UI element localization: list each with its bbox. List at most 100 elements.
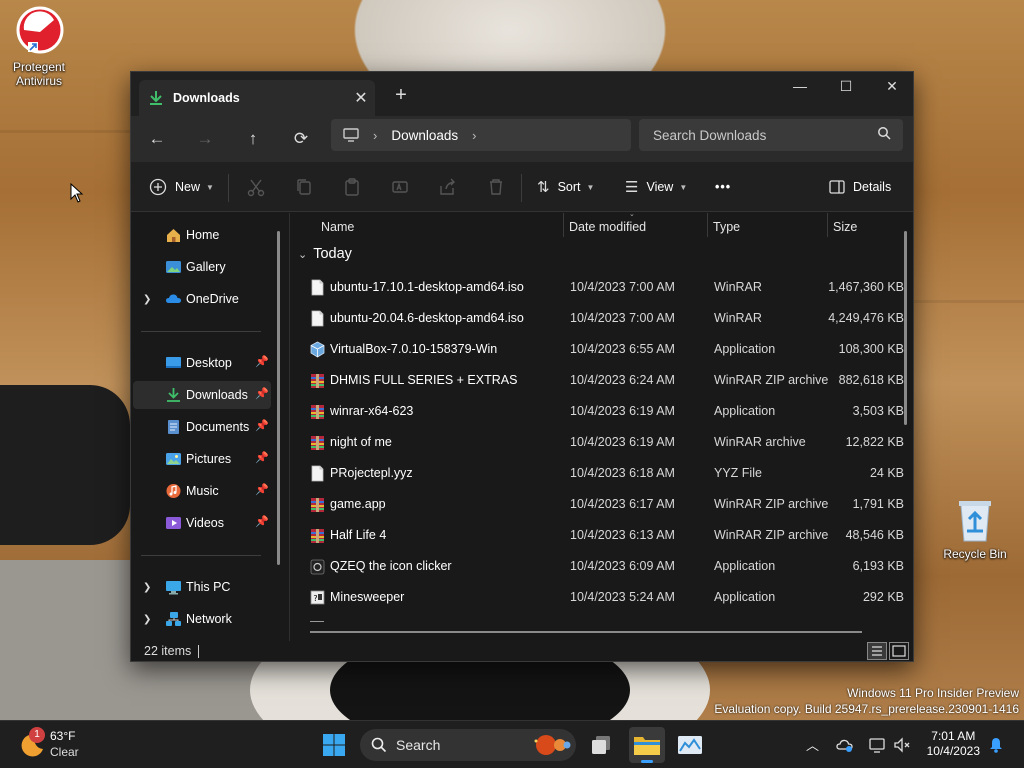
pin-icon[interactable]: 📌 [255, 515, 269, 528]
sidebar-item-label: Videos [186, 516, 224, 530]
vertical-scrollbar[interactable] [904, 231, 907, 425]
sidebar-item-music[interactable]: Music 📌 [133, 477, 271, 505]
sidebar-item-onedrive[interactable]: ❯ OneDrive [133, 285, 271, 313]
close-button[interactable]: ✕ [869, 72, 915, 102]
column-divider[interactable] [707, 213, 708, 237]
address-bar[interactable]: › Downloads › [331, 119, 631, 151]
file-row[interactable]: ubuntu-20.04.6-desktop-amd64.iso 10/4/202… [296, 303, 904, 334]
sidebar-item-documents[interactable]: Documents 📌 [133, 413, 271, 441]
start-button[interactable] [316, 727, 352, 763]
file-size: 6,193 KB [852, 559, 904, 573]
sidebar-scrollbar[interactable] [277, 231, 280, 565]
sort-button[interactable]: ⇅ Sort ▼ [537, 174, 594, 200]
file-type: Application [714, 590, 776, 604]
column-header-size[interactable]: Size [833, 213, 857, 241]
pin-icon[interactable]: 📌 [255, 387, 269, 400]
tiles-view-button[interactable] [889, 642, 909, 660]
file-row[interactable]: night of me 10/4/2023 6:19 AM WinRAR archi… [296, 427, 904, 458]
watermark-line: Windows 11 Pro Insider Preview [847, 686, 1019, 700]
sidebar-item-pictures[interactable]: Pictures 📌 [133, 445, 271, 473]
expand-chevron-icon[interactable]: ❯ [143, 294, 151, 305]
breadcrumb-chevron-icon[interactable]: › [472, 128, 476, 143]
desktop-icon-protegent[interactable]: Protegent Antivirus [0, 6, 79, 88]
taskbar-task-view[interactable] [586, 727, 622, 763]
horizontal-scrollbar[interactable] [310, 631, 862, 633]
sidebar-item-this-pc[interactable]: ❯ This PC [133, 573, 271, 601]
file-row[interactable]: game.app 10/4/2023 6:17 AM WinRAR ZIP arch… [296, 489, 904, 520]
file-row[interactable]: ubuntu-17.10.1-desktop-amd64.iso 10/4/202… [296, 272, 904, 303]
column-divider[interactable] [827, 213, 828, 237]
taskbar-file-explorer[interactable] [629, 727, 665, 763]
file-date: 10/4/2023 6:13 AM [570, 528, 675, 542]
downloads-icon [167, 388, 180, 402]
tab-downloads[interactable]: Downloads ✕ [139, 80, 375, 116]
protegent-icon [14, 6, 64, 56]
file-type: WinRAR ZIP archive [714, 373, 829, 387]
back-button[interactable]: ← [141, 124, 173, 154]
file-row[interactable]: VirtualBox-7.0.10-158379-Win 10/4/2023 6:… [296, 334, 904, 365]
column-divider[interactable] [563, 213, 564, 237]
network-tray-icon[interactable] [868, 736, 886, 754]
copy-icon[interactable] [293, 176, 315, 198]
onedrive-tray-icon[interactable] [836, 737, 854, 753]
file-size: 1,791 KB [852, 497, 904, 511]
weather-widget[interactable]: 1 63°F Clear [18, 727, 128, 763]
system-clock[interactable]: 7:01 AM 10/4/2023 [927, 729, 980, 759]
expand-chevron-icon[interactable]: ❯ [143, 582, 151, 593]
sidebar-item-home[interactable]: Home [133, 221, 271, 249]
cut-icon[interactable] [245, 176, 267, 198]
breadcrumb-chevron-icon[interactable]: › [373, 128, 377, 143]
pin-icon[interactable]: 📌 [255, 419, 269, 432]
column-header-name[interactable]: Name [321, 213, 354, 241]
new-tab-button[interactable]: + [389, 84, 413, 108]
pin-icon[interactable]: 📌 [255, 355, 269, 368]
speaker-muted-icon[interactable] [893, 736, 911, 754]
sidebar-item-videos[interactable]: Videos 📌 [133, 509, 271, 537]
sidebar-item-downloads[interactable]: Downloads 📌 [133, 381, 271, 409]
new-button[interactable]: New ▼ [149, 174, 214, 200]
desktop-icon-recycle-bin[interactable]: Recycle Bin [935, 497, 1015, 561]
column-header-type[interactable]: Type [713, 213, 740, 241]
sidebar-item-network[interactable]: ❯ Network [133, 605, 271, 633]
file-row[interactable]: ? Minesweeper 10/4/2023 5:24 AM Application… [296, 582, 904, 613]
sidebar-item-gallery[interactable]: Gallery [133, 253, 271, 281]
taskbar-app-monitor[interactable] [672, 727, 708, 763]
svg-text:?: ? [313, 594, 318, 603]
details-button[interactable]: Details [829, 174, 891, 200]
file-type: YYZ File [714, 466, 762, 480]
tab-close-icon[interactable]: ✕ [347, 88, 375, 108]
file-size: 24 KB [869, 466, 904, 480]
delete-icon[interactable] [485, 176, 507, 198]
file-type: Application [714, 342, 776, 356]
up-button[interactable]: ↑ [237, 124, 269, 154]
file-row[interactable]: QZEQ the icon clicker 10/4/2023 6:09 AM Ap… [296, 551, 904, 582]
toolbar-divider [228, 174, 229, 202]
share-icon[interactable] [437, 176, 459, 198]
rename-icon[interactable] [389, 176, 411, 198]
breadcrumb-downloads[interactable]: Downloads [391, 128, 458, 143]
taskbar-search-label: Search [396, 737, 441, 753]
forward-button[interactable]: → [189, 124, 221, 154]
paste-icon[interactable] [341, 176, 363, 198]
maximize-button[interactable]: ☐ [823, 72, 869, 102]
file-row[interactable]: DHMIS FULL SERIES + EXTRAS 10/4/2023 6:24… [296, 365, 904, 396]
chevron-down-icon[interactable]: ⌄ [298, 248, 307, 261]
details-view-button[interactable] [867, 642, 887, 660]
notification-bell-icon[interactable] [988, 737, 1004, 753]
view-button[interactable]: ☰ View ▼ [625, 174, 687, 200]
search-input[interactable]: Search Downloads [639, 119, 903, 151]
sidebar-item-desktop[interactable]: Desktop 📌 [133, 349, 271, 377]
pin-icon[interactable]: 📌 [255, 483, 269, 496]
file-row[interactable]: PRojectepl.yyz 10/4/2023 6:18 AM YYZ File 2… [296, 458, 904, 489]
show-hidden-icons-chevron-icon[interactable]: ︿ [806, 735, 819, 754]
pin-icon[interactable]: 📌 [255, 451, 269, 464]
refresh-button[interactable]: ⟳ [285, 124, 317, 154]
expand-chevron-icon[interactable]: ❯ [143, 614, 151, 625]
more-options-button[interactable]: ••• [715, 174, 731, 200]
taskbar-search[interactable]: Search [360, 729, 576, 761]
group-header-today[interactable]: ⌄ Today [298, 246, 352, 262]
file-row[interactable]: winrar-x64-623 10/4/2023 6:19 AM Applicati… [296, 396, 904, 427]
minimize-button[interactable]: — [777, 72, 823, 102]
file-row[interactable]: Half Life 4 10/4/2023 6:13 AM WinRAR ZIP a… [296, 520, 904, 551]
file-icon [310, 279, 325, 296]
